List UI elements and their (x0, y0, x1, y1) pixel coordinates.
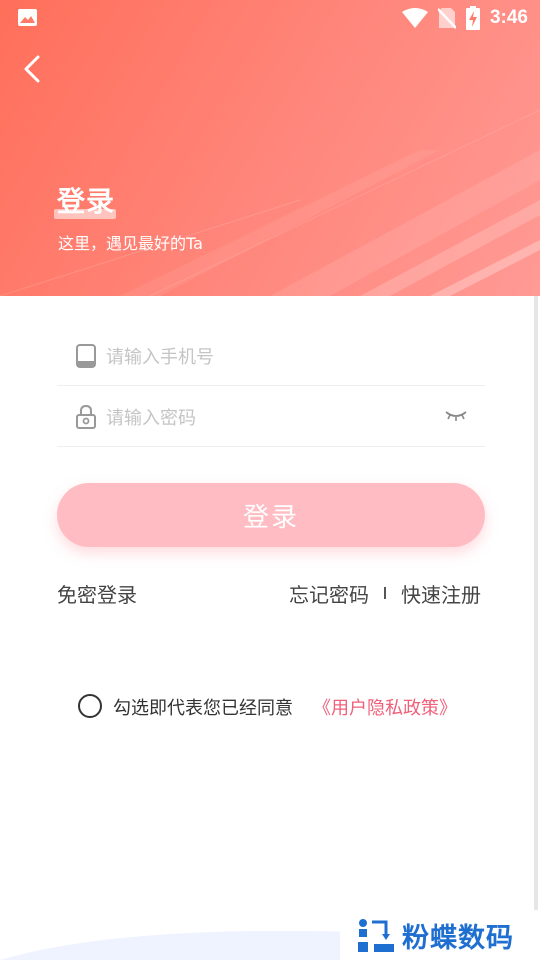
link-divider (384, 587, 386, 599)
watermark: 粉蝶数码 (340, 910, 540, 960)
image-icon (18, 9, 37, 26)
phone-placeholder: 请输入手机号 (106, 347, 214, 368)
lock-icon (76, 405, 96, 429)
page-subtitle: 这里，遇见最好的Ta (58, 234, 203, 253)
agreement-checkbox[interactable] (78, 694, 102, 718)
page-title: 登录 (57, 185, 116, 218)
status-bar: 3:46 (0, 0, 540, 38)
forgot-password-link[interactable]: 忘记密码 (289, 579, 369, 608)
login-button[interactable]: 登录 (57, 483, 485, 547)
password-placeholder: 请输入密码 (106, 408, 196, 429)
phone-icon (76, 344, 96, 368)
sms-login-link[interactable]: 免密登录 (57, 579, 137, 608)
back-arrow-icon[interactable] (18, 52, 52, 86)
header-banner: 3:46 登录 这里，遇见最好的Ta (0, 0, 540, 296)
wifi-icon (401, 8, 428, 28)
battery-charging-icon (465, 6, 480, 30)
register-link[interactable]: 快速注册 (401, 579, 481, 608)
scrollbar[interactable] (534, 296, 538, 960)
watermark-text: 粉蝶数码 (402, 923, 514, 954)
status-right-group: 3:46 (401, 5, 528, 31)
no-sim-icon (437, 8, 456, 29)
password-field[interactable]: 请输入密码 (57, 386, 485, 447)
eye-closed-icon[interactable] (445, 408, 467, 422)
phone-field[interactable]: 请输入手机号 (57, 325, 485, 386)
agreement-text: 勾选即代表您已经同意 (113, 698, 293, 719)
privacy-policy-link[interactable]: 《用户隐私政策》 (313, 694, 457, 720)
status-time: 3:46 (489, 7, 528, 28)
watermark-logo-icon (358, 919, 394, 952)
